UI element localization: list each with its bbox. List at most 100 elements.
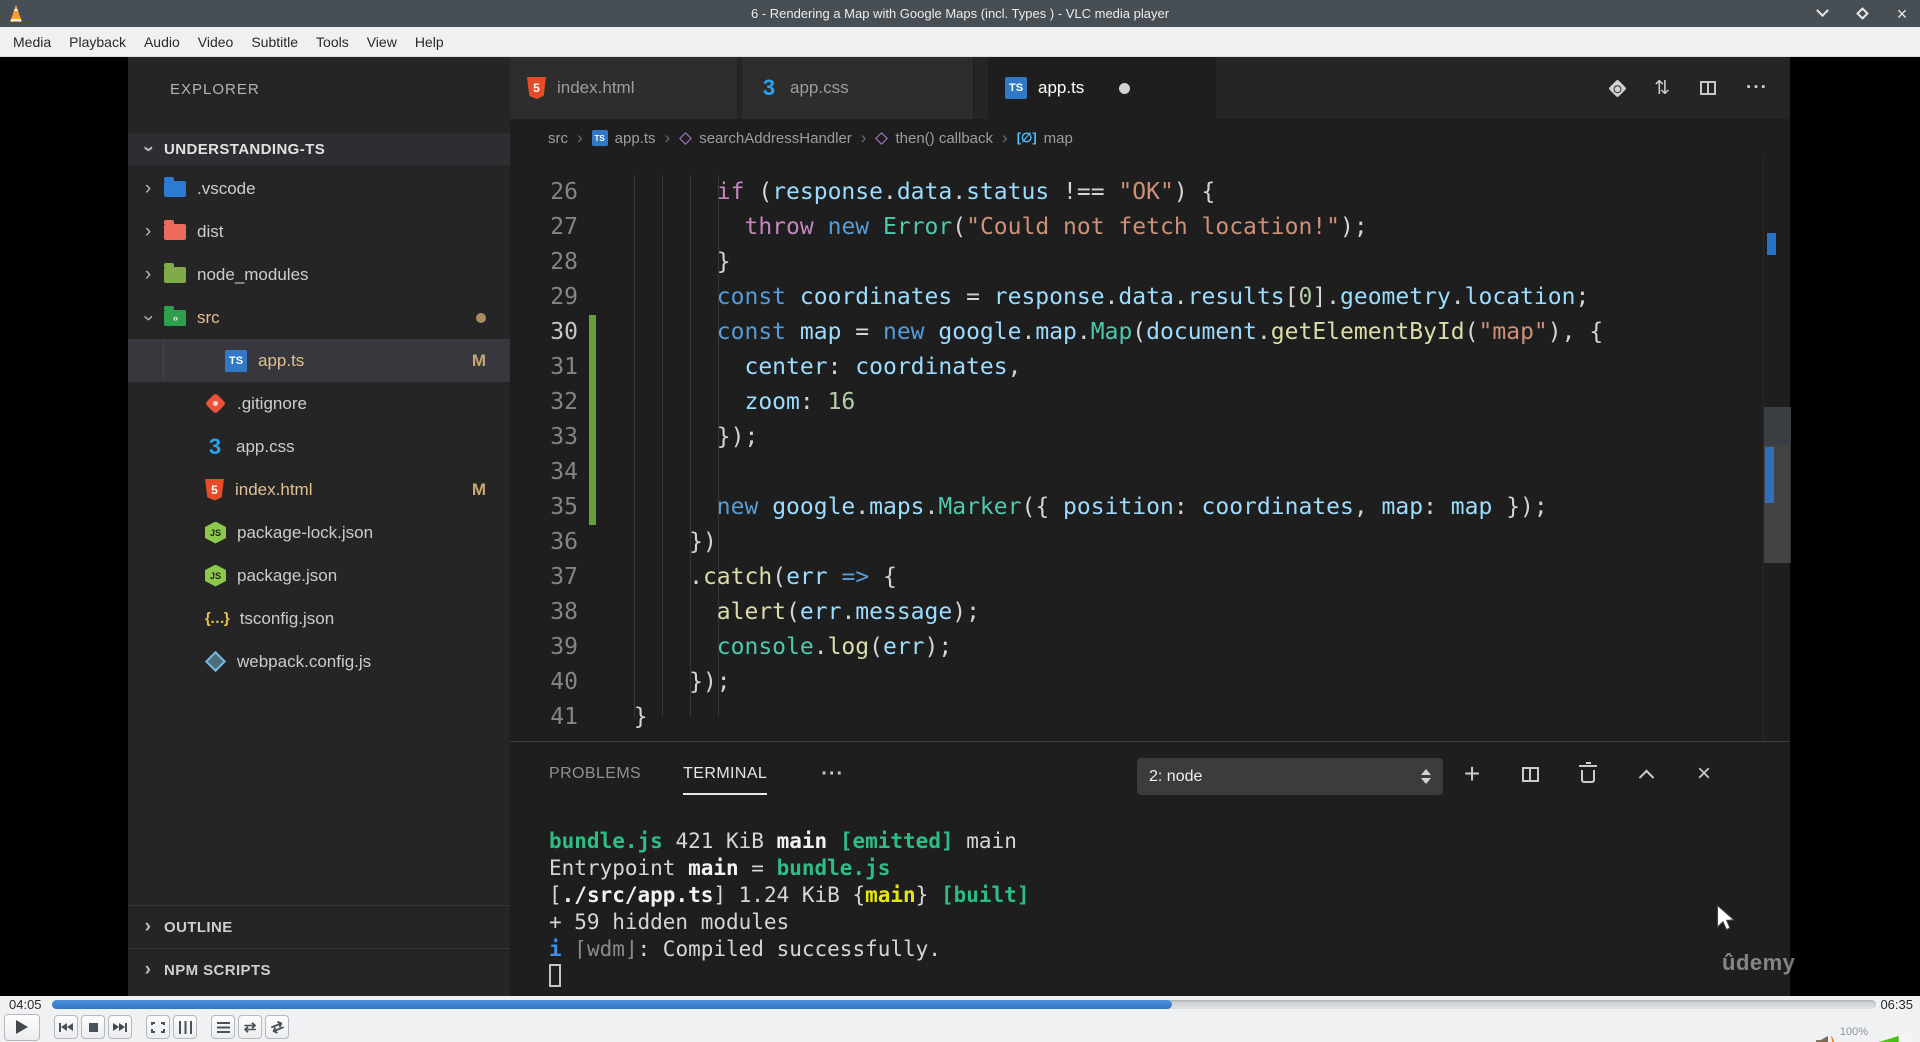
play-button[interactable]: [4, 1013, 40, 1041]
menu-item-subtitle[interactable]: Subtitle: [242, 34, 307, 50]
menu-item-tools[interactable]: Tools: [307, 34, 358, 50]
breadcrumb[interactable]: src › TS app.ts › searchAddressHandler › then()…: [510, 119, 1763, 157]
git-change-gutter: [589, 595, 596, 630]
explorer-item-app-ts[interactable]: TS app.ts M: [128, 339, 510, 382]
volume-percent: 100%: [1839, 1026, 1868, 1038]
sidebar-section-outline[interactable]: › OUTLINE: [128, 905, 510, 948]
code-line-26[interactable]: 26 if (response.data.status !== "OK") {: [510, 175, 1763, 210]
maximize-panel-icon[interactable]: [1636, 769, 1656, 785]
tab-app-css[interactable]: 3 app.css: [742, 57, 974, 119]
code-line-37[interactable]: 37 .catch(err => {: [510, 560, 1763, 595]
split-terminal-icon[interactable]: [1520, 766, 1540, 782]
compare-changes-icon[interactable]: ⇅: [1654, 77, 1670, 100]
code-line-28[interactable]: 28 }: [510, 245, 1763, 280]
terminal-output[interactable]: bundle.js 421 KiB main [emitted] main Ent…: [549, 806, 1778, 996]
symbol-method-icon: [679, 131, 693, 145]
terminal-shell-select[interactable]: 2: node: [1137, 758, 1443, 795]
explorer-item-package-lock-json[interactable]: JS package-lock.json: [128, 511, 510, 554]
code-text: }): [689, 529, 717, 555]
explorer-item-index-html[interactable]: 5 index.html M: [128, 468, 510, 511]
code-line-36[interactable]: 36 }): [510, 525, 1763, 560]
panel-tabs-more-icon[interactable]: ···: [821, 763, 844, 786]
explorer-item--gitignore[interactable]: .gitignore: [128, 382, 510, 425]
seek-bar[interactable]: [52, 999, 1876, 1009]
playlist-button[interactable]: [211, 1015, 235, 1039]
terminal-cursor: [549, 964, 561, 987]
split-editor-icon[interactable]: [1700, 81, 1717, 95]
explorer-item-dist[interactable]: › dist: [128, 210, 510, 253]
open-changes-icon[interactable]: [1608, 78, 1627, 98]
explorer-item-tsconfig-json[interactable]: {…} tsconfig.json: [128, 597, 510, 640]
menu-item-audio[interactable]: Audio: [135, 34, 189, 50]
terminal-actions: + ×: [1462, 742, 1714, 806]
code-line-27[interactable]: 27 throw new Error("Could not fetch loca…: [510, 210, 1763, 245]
code-line-35[interactable]: 35 new google.maps.Marker({ position: co…: [510, 490, 1763, 525]
panel-tab-problems[interactable]: PROBLEMS: [549, 765, 641, 783]
loop-button[interactable]: ⇄: [238, 1015, 262, 1039]
next-button[interactable]: [108, 1015, 132, 1039]
breadcrumb-item-3[interactable]: searchAddressHandler: [679, 130, 852, 147]
code-line-31[interactable]: 31 center: coordinates,: [510, 350, 1763, 385]
fullscreen-button[interactable]: [146, 1015, 170, 1039]
maximize-button[interactable]: [1854, 6, 1870, 22]
breadcrumb-item-5[interactable]: [∅] map: [1017, 130, 1073, 147]
explorer-item-node-modules[interactable]: › node_modules: [128, 253, 510, 296]
chevron-right-icon: ›: [144, 220, 152, 242]
code-line-41[interactable]: 41 }: [510, 700, 1763, 735]
new-terminal-icon[interactable]: +: [1462, 760, 1482, 788]
panel-tab-terminal[interactable]: TERMINAL: [683, 765, 768, 795]
stop-button[interactable]: [81, 1015, 105, 1039]
node-json-file-icon: JS: [205, 564, 226, 587]
tab-index-html[interactable]: 5 index.html: [510, 57, 738, 119]
more-actions-icon[interactable]: ···: [1746, 77, 1768, 99]
project-root-row[interactable]: › UNDERSTANDING-TS: [128, 133, 510, 165]
code-line-30[interactable]: 30 const map = new google.map.Map(docume…: [510, 315, 1763, 350]
folder-node-modules-icon: [164, 262, 186, 283]
sidebar-sections: › OUTLINE › NPM SCRIPTS: [128, 905, 510, 991]
menu-item-view[interactable]: View: [358, 34, 406, 50]
editor-scrollbar[interactable]: [1763, 157, 1791, 741]
code-line-33[interactable]: 33 });: [510, 420, 1763, 455]
terminal-line: Entrypoint main = bundle.js: [549, 856, 891, 880]
sidebar-section-label: NPM SCRIPTS: [164, 961, 271, 979]
breadcrumb-item-4[interactable]: then() callback: [875, 130, 993, 147]
vlc-window: 6 - Rendering a Map with Google Maps (in…: [0, 0, 1920, 1042]
menu-item-help[interactable]: Help: [406, 34, 453, 50]
speaker-wave-icon: [1826, 1036, 1834, 1042]
titlebar[interactable]: 6 - Rendering a Map with Google Maps (in…: [0, 0, 1920, 27]
code-line-38[interactable]: 38 alert(err.message);: [510, 595, 1763, 630]
chevron-down-icon: ›: [138, 314, 159, 321]
code-text: const map = new google.map.Map(document.…: [716, 319, 1604, 345]
chevron-right-icon: ›: [144, 959, 152, 980]
previous-button[interactable]: [54, 1015, 78, 1039]
code-text: .catch(err => {: [689, 564, 897, 590]
explorer-item--vscode[interactable]: › .vscode: [128, 167, 510, 210]
menu-item-playback[interactable]: Playback: [60, 34, 135, 50]
close-panel-icon[interactable]: ×: [1694, 762, 1714, 786]
explorer-item-app-css[interactable]: 3 app.css: [128, 425, 510, 468]
shuffle-button[interactable]: ⇄: [265, 1015, 289, 1039]
breadcrumb-item-2[interactable]: TS app.ts: [591, 130, 656, 147]
minimize-button[interactable]: [1814, 4, 1830, 22]
chevron-right-icon: ›: [144, 916, 152, 937]
explorer-item-label: node_modules: [197, 264, 309, 284]
code-line-34[interactable]: 34: [510, 455, 1763, 490]
kill-terminal-icon[interactable]: [1578, 762, 1598, 783]
git-change-gutter: [589, 490, 596, 525]
menu-item-media[interactable]: Media: [4, 34, 60, 50]
code-editor[interactable]: 26 if (response.data.status !== "OK") {2…: [510, 157, 1763, 741]
explorer-item-package-json[interactable]: JS package.json: [128, 554, 510, 597]
tab-label: app.ts: [1038, 78, 1085, 97]
menu-item-video[interactable]: Video: [189, 34, 243, 50]
breadcrumb-item-1[interactable]: src: [548, 130, 568, 147]
close-button[interactable]: ×: [1894, 5, 1910, 23]
tab-app-ts[interactable]: TS app.ts: [988, 57, 1216, 119]
explorer-item-src[interactable]: › ‹› src: [128, 296, 510, 339]
explorer-item-webpack-config-js[interactable]: webpack.config.js: [128, 640, 510, 683]
code-line-29[interactable]: 29 const coordinates = response.data.res…: [510, 280, 1763, 315]
code-line-40[interactable]: 40 });: [510, 665, 1763, 700]
sidebar-section-npm-scripts[interactable]: › NPM SCRIPTS: [128, 948, 510, 991]
code-line-39[interactable]: 39 console.log(err);: [510, 630, 1763, 665]
extended-settings-button[interactable]: [173, 1015, 197, 1039]
code-line-32[interactable]: 32 zoom: 16: [510, 385, 1763, 420]
